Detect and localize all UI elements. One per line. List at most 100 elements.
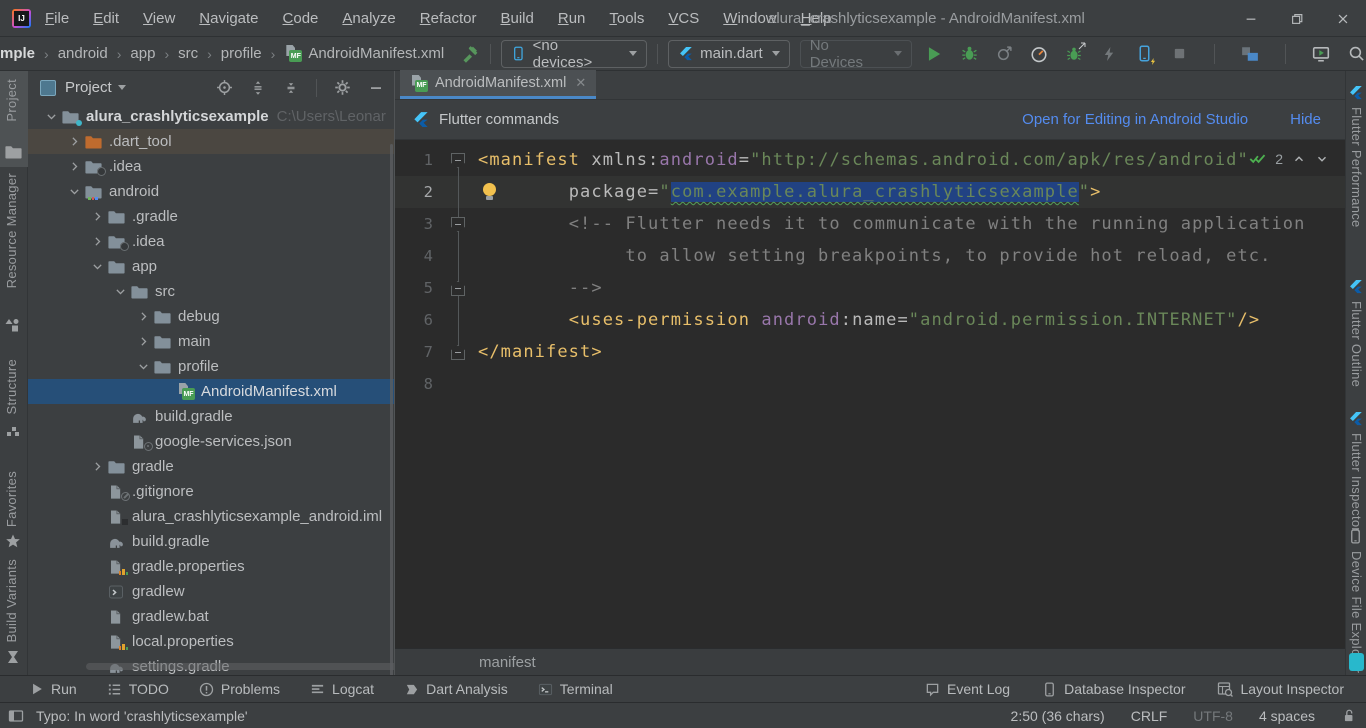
hide-panel-button[interactable] bbox=[368, 80, 384, 96]
tree-row-gradle-folder[interactable]: gradle bbox=[28, 454, 394, 479]
breadcrumb-manifest-tag[interactable]: manifest bbox=[479, 654, 536, 671]
unlock-icon[interactable] bbox=[1341, 708, 1356, 723]
debug-button[interactable] bbox=[959, 44, 979, 64]
tree-row-build-gradle-app[interactable]: build.gradle bbox=[28, 404, 394, 429]
chevron-down-icon[interactable] bbox=[132, 360, 154, 373]
menu-analyze[interactable]: Analyze bbox=[342, 10, 395, 27]
next-problem-icon[interactable] bbox=[1315, 152, 1329, 166]
indent-indicator[interactable]: 4 spaces bbox=[1259, 708, 1315, 724]
breadcrumb-project[interactable]: mple bbox=[0, 45, 35, 62]
menu-build[interactable]: Build bbox=[500, 10, 533, 27]
expand-all-button[interactable] bbox=[250, 80, 266, 96]
chevron-right-icon[interactable] bbox=[86, 460, 108, 473]
chevron-right-icon[interactable] bbox=[86, 235, 108, 248]
close-button[interactable] bbox=[1320, 0, 1366, 37]
tool-window-layout-inspector[interactable]: Layout Inspector bbox=[1217, 681, 1344, 697]
tool-stripe-structure[interactable]: Structure bbox=[4, 359, 19, 414]
tree-row-app[interactable]: app bbox=[28, 254, 394, 279]
stop-button[interactable] bbox=[1169, 44, 1189, 64]
tool-window-terminal[interactable]: Terminal bbox=[538, 681, 613, 697]
flutter-hot-reload-button[interactable] bbox=[1134, 44, 1154, 64]
tree-row-gradlew-bat[interactable]: gradlew.bat bbox=[28, 604, 394, 629]
tree-row-gradlew[interactable]: gradlew bbox=[28, 579, 394, 604]
menu-file[interactable]: File bbox=[45, 10, 69, 27]
tree-row-gradle-properties[interactable]: gradle.properties bbox=[28, 554, 394, 579]
stripe-notification-badge[interactable] bbox=[1349, 653, 1364, 671]
breadcrumb-android[interactable]: android bbox=[58, 45, 108, 62]
inspection-widget[interactable]: 2 bbox=[1245, 148, 1333, 169]
breadcrumb-file[interactable]: MF AndroidManifest.xml bbox=[284, 45, 444, 62]
tree-row-src[interactable]: src bbox=[28, 279, 394, 304]
chevron-right-icon[interactable] bbox=[132, 310, 154, 323]
project-panel-title[interactable]: Project bbox=[65, 79, 112, 96]
code-line[interactable]: 5 --> bbox=[395, 272, 1345, 304]
tool-stripe-build-variants[interactable]: Build Variants bbox=[4, 559, 19, 642]
tree-row-debug[interactable]: debug bbox=[28, 304, 394, 329]
breadcrumb-profile[interactable]: profile bbox=[221, 45, 262, 62]
chevron-down-icon[interactable] bbox=[63, 185, 85, 198]
chevron-right-icon[interactable] bbox=[63, 160, 85, 173]
previous-problem-icon[interactable] bbox=[1292, 152, 1306, 166]
tree-row-local-properties[interactable]: local.properties bbox=[28, 629, 394, 654]
tool-stripe-flutter-outline[interactable]: Flutter Outline bbox=[1349, 301, 1364, 387]
tree-row-idea-android[interactable]: .idea bbox=[28, 229, 394, 254]
code-line-current[interactable]: 2 package="com.example.alura_crashlytics… bbox=[395, 176, 1345, 208]
tool-stripe-project[interactable]: Project bbox=[4, 79, 19, 122]
horizontal-scrollbar[interactable] bbox=[86, 663, 394, 670]
tree-row-profile[interactable]: profile bbox=[28, 354, 394, 379]
tree-row-gitignore[interactable]: .gitignore bbox=[28, 479, 394, 504]
code-line[interactable]: 3 <!-- Flutter needs it to communicate w… bbox=[395, 208, 1345, 240]
breadcrumb-src[interactable]: src bbox=[178, 45, 198, 62]
tool-window-switcher-icon[interactable] bbox=[8, 708, 24, 724]
settings-gear-icon[interactable] bbox=[334, 79, 351, 96]
tree-row-project-root[interactable]: alura_crashlyticsexample C:\Users\Leonar bbox=[28, 104, 394, 129]
chevron-down-icon[interactable] bbox=[40, 110, 62, 123]
attach-debugger-button[interactable] bbox=[1064, 44, 1084, 64]
breadcrumb-app[interactable]: app bbox=[130, 45, 155, 62]
chevron-right-icon[interactable] bbox=[86, 210, 108, 223]
chevron-right-icon[interactable] bbox=[132, 335, 154, 348]
menu-view[interactable]: View bbox=[143, 10, 175, 27]
tree-row-iml[interactable]: alura_crashlyticsexample_android.iml bbox=[28, 504, 394, 529]
collapse-all-button[interactable] bbox=[283, 80, 299, 96]
chevron-down-icon[interactable] bbox=[109, 285, 131, 298]
caret-position[interactable]: 2:50 (36 chars) bbox=[1011, 708, 1105, 724]
chevron-down-icon[interactable] bbox=[86, 260, 108, 273]
tree-row-build-gradle-android[interactable]: build.gradle bbox=[28, 529, 394, 554]
locate-file-button[interactable] bbox=[216, 79, 233, 96]
tool-window-logcat[interactable]: Logcat bbox=[310, 681, 374, 697]
menu-refactor[interactable]: Refactor bbox=[420, 10, 477, 27]
flutter-device-dropdown[interactable]: No Devices bbox=[800, 40, 912, 68]
tree-row-androidmanifest[interactable]: MF AndroidManifest.xml bbox=[28, 379, 394, 404]
code-line[interactable]: 6 <uses-permission android:name="android… bbox=[395, 304, 1345, 336]
code-line[interactable]: 8 bbox=[395, 368, 1345, 400]
tree-row-gradle-hidden[interactable]: .gradle bbox=[28, 204, 394, 229]
menu-navigate[interactable]: Navigate bbox=[199, 10, 258, 27]
tool-stripe-resource-manager[interactable]: Resource Manager bbox=[4, 173, 19, 288]
tree-row-google-services[interactable]: google-services.json bbox=[28, 429, 394, 454]
hide-banner-link[interactable]: Hide bbox=[1290, 111, 1321, 128]
tree-row-android[interactable]: android bbox=[28, 179, 394, 204]
apply-changes-button[interactable] bbox=[1099, 44, 1119, 64]
project-structure-button[interactable] bbox=[1240, 44, 1260, 64]
run-button[interactable] bbox=[924, 44, 944, 64]
tool-window-problems[interactable]: Problems bbox=[199, 681, 280, 697]
code-line[interactable]: 4 to allow setting breakpoints, to provi… bbox=[395, 240, 1345, 272]
code-line[interactable]: 7</manifest> bbox=[395, 336, 1345, 368]
code-editor[interactable]: 1<manifest xmlns:android="http://schemas… bbox=[395, 140, 1345, 648]
tool-window-run[interactable]: Run bbox=[30, 681, 77, 697]
search-everywhere-button[interactable] bbox=[1346, 44, 1366, 64]
tab-androidmanifest[interactable]: MF AndroidManifest.xml ✕ bbox=[400, 70, 596, 99]
menu-vcs[interactable]: VCS bbox=[668, 10, 699, 27]
status-message[interactable]: Typo: In word 'crashlyticsexample' bbox=[36, 708, 248, 724]
run-configuration-dropdown[interactable]: main.dart bbox=[668, 40, 790, 68]
tool-window-database-inspector[interactable]: Database Inspector bbox=[1042, 681, 1185, 697]
restore-button[interactable] bbox=[1274, 0, 1320, 37]
build-hammer-button[interactable] bbox=[460, 44, 480, 64]
tool-window-todo[interactable]: TODO bbox=[107, 681, 169, 697]
tree-row-idea[interactable]: .idea bbox=[28, 154, 394, 179]
tool-window-event-log[interactable]: Event Log bbox=[925, 681, 1010, 697]
chevron-down-icon[interactable] bbox=[118, 85, 126, 90]
vertical-scrollbar[interactable] bbox=[390, 144, 393, 675]
line-ending-indicator[interactable]: CRLF bbox=[1131, 708, 1168, 724]
